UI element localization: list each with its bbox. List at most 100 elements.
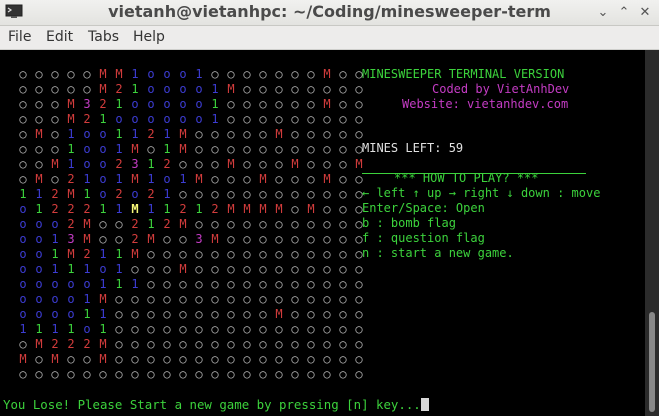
board-cell[interactable]: o <box>16 307 30 322</box>
board-cell[interactable]: o <box>96 262 110 277</box>
board-cell[interactable]: 1 <box>16 187 30 202</box>
board-cell[interactable]: M <box>240 202 254 217</box>
board-cell[interactable]: M <box>96 337 110 352</box>
board-cell[interactable]: ○ <box>272 67 286 82</box>
board-cell[interactable]: ○ <box>240 217 254 232</box>
board-cell[interactable]: ○ <box>176 337 190 352</box>
board-cell[interactable]: M <box>96 292 110 307</box>
board-cell[interactable]: o <box>32 277 46 292</box>
board-cell[interactable]: ○ <box>224 172 238 187</box>
board-cell[interactable]: ○ <box>48 97 62 112</box>
board-cell[interactable]: ○ <box>272 112 286 127</box>
board-cell[interactable]: ○ <box>160 337 174 352</box>
board-cell[interactable]: ○ <box>320 112 334 127</box>
board-cell[interactable]: ○ <box>240 277 254 292</box>
board-cell[interactable]: o <box>192 97 206 112</box>
board-cell[interactable]: ○ <box>320 232 334 247</box>
board-cell[interactable]: ○ <box>304 367 318 382</box>
board-cell[interactable]: ○ <box>288 322 302 337</box>
board-cell[interactable]: ○ <box>16 112 30 127</box>
board-cell[interactable]: ○ <box>352 172 366 187</box>
board-cell[interactable]: ○ <box>112 232 126 247</box>
board-cell[interactable]: M <box>64 187 78 202</box>
board-cell[interactable]: M <box>352 157 366 172</box>
board-cell[interactable]: 1 <box>96 277 110 292</box>
board-cell[interactable]: M <box>48 352 62 367</box>
board-cell[interactable]: M <box>320 97 334 112</box>
board-cell[interactable]: ○ <box>144 277 158 292</box>
board-cell[interactable]: M <box>16 352 30 367</box>
board-cell[interactable]: o <box>32 262 46 277</box>
board-cell[interactable]: ○ <box>224 307 238 322</box>
board-cell[interactable]: ○ <box>224 292 238 307</box>
board-cell[interactable]: ○ <box>272 97 286 112</box>
board-cell[interactable]: 1 <box>112 247 126 262</box>
board-cell[interactable]: 1 <box>144 172 158 187</box>
board-cell[interactable]: 1 <box>96 202 110 217</box>
board-cell[interactable]: ○ <box>240 172 254 187</box>
board-cell[interactable]: ○ <box>144 142 158 157</box>
board-cell[interactable]: ○ <box>128 262 142 277</box>
board-cell[interactable]: o <box>160 67 174 82</box>
board-cell[interactable]: 1 <box>32 322 46 337</box>
board-cell[interactable]: ○ <box>304 142 318 157</box>
board-cell[interactable]: o <box>160 82 174 97</box>
board-cell[interactable]: ○ <box>320 352 334 367</box>
board-cell[interactable]: 1 <box>80 187 94 202</box>
board-cell[interactable]: o <box>96 187 110 202</box>
menu-edit[interactable]: Edit <box>46 29 73 45</box>
board-cell[interactable]: ○ <box>256 367 270 382</box>
board-cell[interactable]: 2 <box>64 172 78 187</box>
board-cell[interactable]: ○ <box>256 142 270 157</box>
board-cell[interactable]: ○ <box>336 352 350 367</box>
board-cell[interactable]: o <box>160 97 174 112</box>
board-cell[interactable]: ○ <box>288 202 302 217</box>
board-cell[interactable]: 1 <box>160 187 174 202</box>
board-cell[interactable]: M <box>64 247 78 262</box>
board-cell[interactable]: ○ <box>240 337 254 352</box>
board-cell[interactable]: ○ <box>176 247 190 262</box>
board-cell[interactable]: o <box>80 322 94 337</box>
board-cell[interactable]: o <box>16 202 30 217</box>
board-cell[interactable]: ○ <box>256 232 270 247</box>
board-cell[interactable]: ○ <box>304 172 318 187</box>
board-cell[interactable]: ○ <box>352 277 366 292</box>
board-cell[interactable]: ○ <box>240 157 254 172</box>
board-cell[interactable]: ○ <box>64 367 78 382</box>
board-cell[interactable]: ○ <box>288 247 302 262</box>
board-cell[interactable]: ○ <box>336 307 350 322</box>
board-cell[interactable]: M <box>224 157 238 172</box>
board-cell[interactable]: M <box>128 247 142 262</box>
board-cell[interactable]: ○ <box>144 307 158 322</box>
board-cell[interactable]: ○ <box>336 322 350 337</box>
board-cell[interactable]: ○ <box>240 307 254 322</box>
menu-file[interactable]: File <box>8 29 31 45</box>
board-cell[interactable]: M <box>80 217 94 232</box>
board-cell[interactable]: 1 <box>96 307 110 322</box>
board-cell[interactable]: ○ <box>208 67 222 82</box>
board-cell[interactable]: M <box>128 142 142 157</box>
board-cell[interactable]: ○ <box>304 82 318 97</box>
board-cell[interactable]: ○ <box>320 127 334 142</box>
board-cell[interactable]: ○ <box>304 262 318 277</box>
board-cell[interactable]: ○ <box>64 82 78 97</box>
board-cell[interactable]: o <box>176 67 190 82</box>
board-cell[interactable]: 1 <box>48 247 62 262</box>
board-cell[interactable]: ○ <box>336 292 350 307</box>
board-cell[interactable]: 2 <box>112 187 126 202</box>
board-cell[interactable]: ○ <box>208 337 222 352</box>
board-cell[interactable]: o <box>176 112 190 127</box>
board-cell[interactable]: o <box>16 232 30 247</box>
board-cell[interactable]: M <box>256 172 270 187</box>
board-cell[interactable]: ○ <box>272 157 286 172</box>
board-cell[interactable]: ○ <box>304 232 318 247</box>
close-icon[interactable]: ✕ <box>638 6 652 20</box>
board-cell[interactable]: M <box>128 202 142 217</box>
board-cell[interactable]: ○ <box>176 277 190 292</box>
board-cell[interactable]: ○ <box>256 262 270 277</box>
board-cell[interactable]: ○ <box>208 157 222 172</box>
board-cell[interactable]: ○ <box>224 112 238 127</box>
board-cell[interactable]: ○ <box>64 67 78 82</box>
board-cell[interactable]: ○ <box>176 232 190 247</box>
board-cell[interactable]: ○ <box>320 367 334 382</box>
